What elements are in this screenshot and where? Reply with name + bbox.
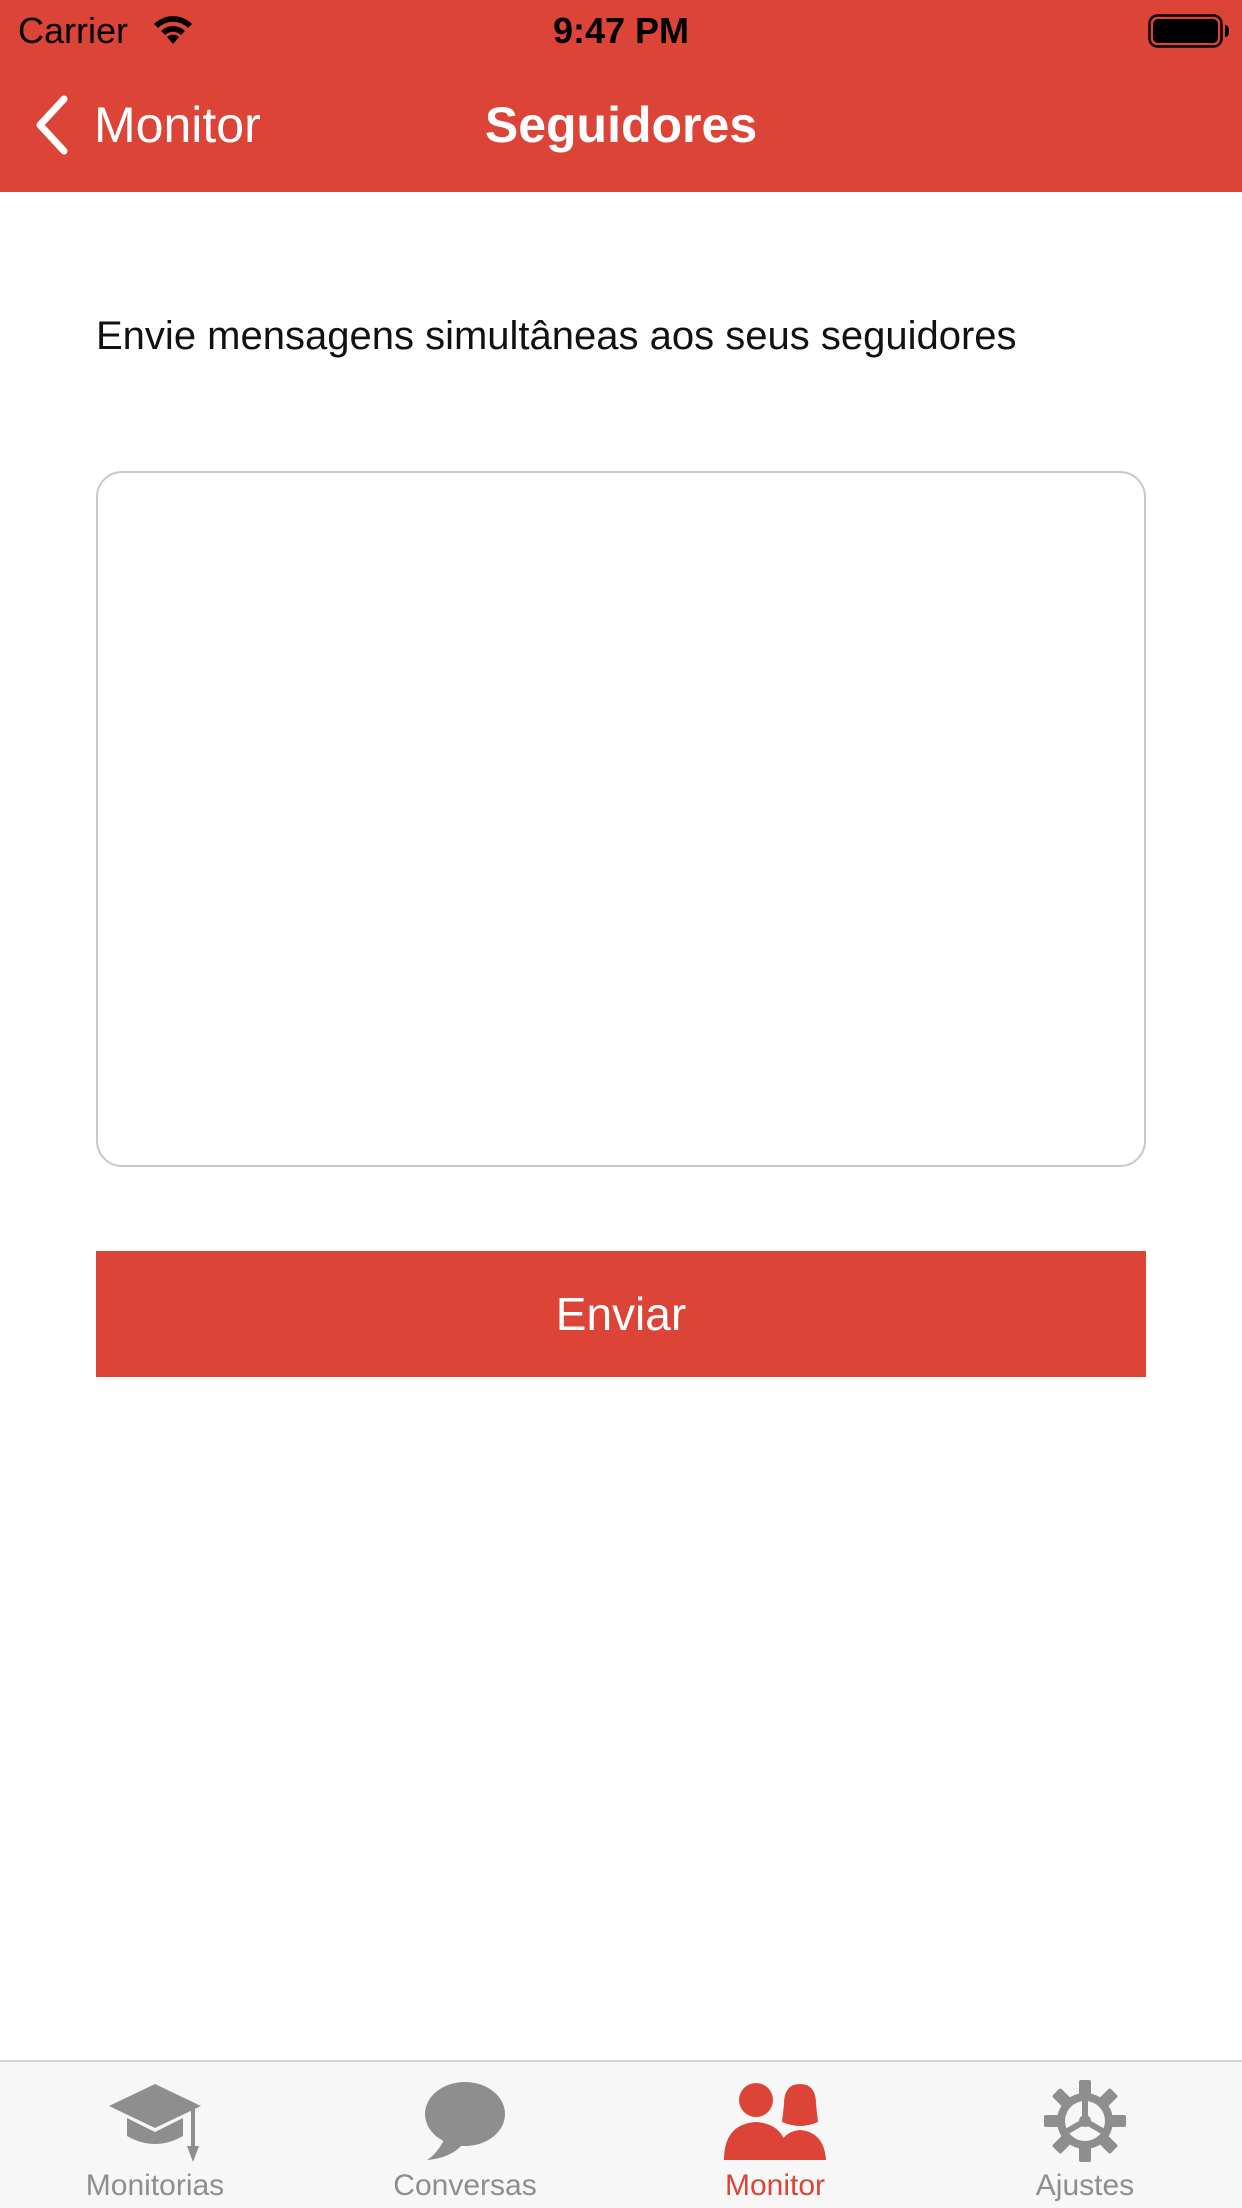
battery-full-icon	[1148, 14, 1229, 48]
tab-conversas[interactable]: Conversas	[310, 2062, 620, 2208]
tab-label-monitorias: Monitorias	[85, 2169, 225, 2202]
tab-monitorias[interactable]: Monitorias	[0, 2062, 310, 2208]
graduation-cap-icon	[109, 2084, 201, 2162]
tab-label-conversas: Conversas	[393, 2169, 537, 2202]
tab-ajustes[interactable]: Ajustes	[930, 2062, 1240, 2208]
tab-bar: Monitorias Conversas Monitor Ajustes	[0, 2060, 1242, 2208]
screen: Carrier 9:47 PM Monitor Seguidores Envie…	[0, 0, 1242, 2208]
people-icon	[724, 2083, 826, 2160]
navigation-bar: Monitor Seguidores	[0, 62, 1242, 192]
status-time: 9:47 PM	[552, 10, 690, 51]
send-button[interactable]: Enviar	[96, 1251, 1146, 1377]
instruction-text: Envie mensagens simultâneas aos seus seg…	[96, 314, 1017, 358]
gear-icon	[1044, 2080, 1126, 2162]
status-bar: Carrier 9:47 PM	[0, 0, 1242, 62]
tab-monitor[interactable]: Monitor	[620, 2062, 930, 2208]
tab-label-ajustes: Ajustes	[1035, 2169, 1135, 2202]
message-input[interactable]	[96, 471, 1146, 1167]
page-title: Seguidores	[484, 97, 758, 153]
tab-label-monitor: Monitor	[724, 2169, 826, 2202]
chat-bubble-icon	[425, 2082, 505, 2160]
header: Carrier 9:47 PM Monitor Seguidores	[0, 0, 1242, 192]
